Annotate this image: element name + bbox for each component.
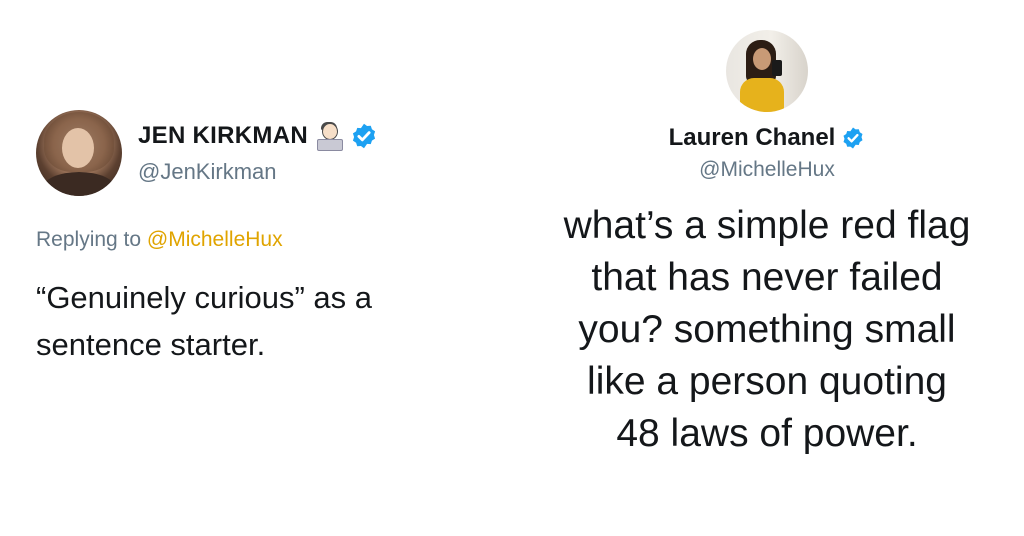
verified-badge-icon	[843, 127, 863, 149]
reply-text-line: sentence starter.	[36, 327, 266, 362]
original-name-row: Lauren Chanel	[510, 124, 1024, 152]
original-handle[interactable]: @MichelleHux	[510, 158, 1024, 182]
reply-tweet-text: “Genuinely curious” as a sentence starte…	[36, 274, 476, 368]
reply-handle[interactable]: @JenKirkman	[138, 159, 378, 185]
replying-prefix: Replying to	[36, 228, 147, 251]
original-display-name[interactable]: Lauren Chanel	[669, 124, 836, 152]
reply-tweet: JEN KIRKMAN @JenKirkman Replying to @Mic…	[36, 110, 476, 368]
reply-tweet-header: JEN KIRKMAN @JenKirkman	[36, 110, 476, 196]
woman-technologist-icon	[314, 121, 344, 151]
reply-text-line: “Genuinely curious” as a	[36, 280, 372, 315]
reply-display-name[interactable]: JEN KIRKMAN	[138, 122, 308, 150]
original-tweet: Lauren Chanel @MichelleHux what’s a simp…	[510, 30, 1024, 460]
reply-author: JEN KIRKMAN @JenKirkman	[138, 121, 378, 185]
replying-mention-link[interactable]: @MichelleHux	[147, 228, 283, 251]
reply-name-row: JEN KIRKMAN	[138, 121, 378, 151]
avatar-jen-kirkman[interactable]	[36, 110, 122, 196]
replying-to: Replying to @MichelleHux	[36, 228, 476, 252]
avatar-lauren-chanel[interactable]	[726, 30, 808, 112]
original-tweet-text: what’s a simple red flag that has never …	[563, 204, 971, 455]
verified-badge-icon	[352, 123, 376, 149]
